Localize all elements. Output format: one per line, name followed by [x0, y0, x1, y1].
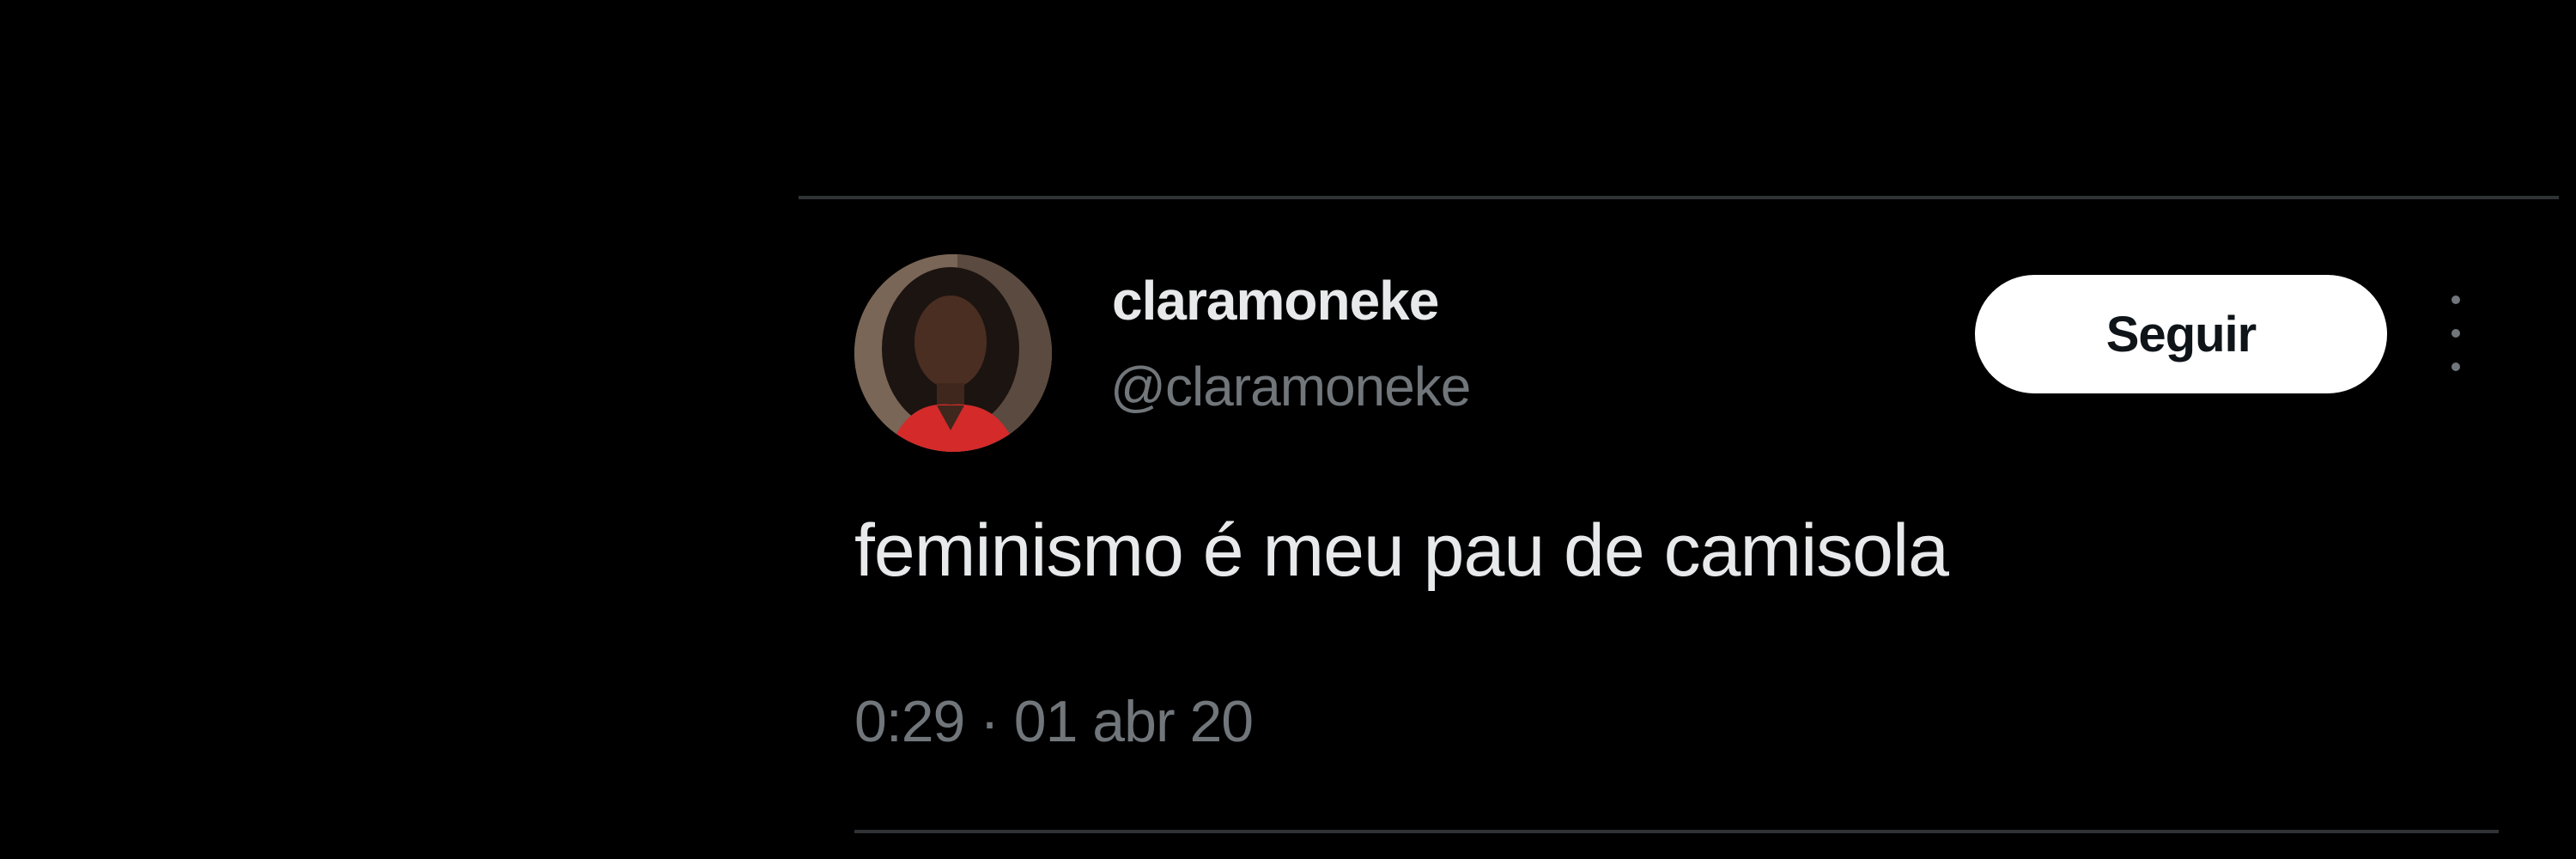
more-vertical-icon[interactable] — [2439, 292, 2473, 375]
user-handle[interactable]: @claramoneke — [1110, 359, 1471, 414]
display-name[interactable]: claramoneke — [1112, 273, 1439, 328]
tweet-card[interactable]: claramoneke @claramoneke Seguir feminism… — [854, 199, 2499, 830]
more-dot — [2451, 362, 2460, 371]
bottom-divider — [854, 830, 2499, 833]
tweet-text: feminismo é meu pau de camisola — [854, 509, 1949, 592]
more-dot — [2451, 329, 2460, 338]
tweet-timestamp[interactable]: 0:29 · 01 abr 20 — [854, 692, 1254, 751]
avatar-photo — [854, 254, 1052, 452]
avatar[interactable] — [854, 254, 1052, 452]
follow-button[interactable]: Seguir — [1975, 275, 2387, 393]
more-dot — [2451, 295, 2460, 304]
